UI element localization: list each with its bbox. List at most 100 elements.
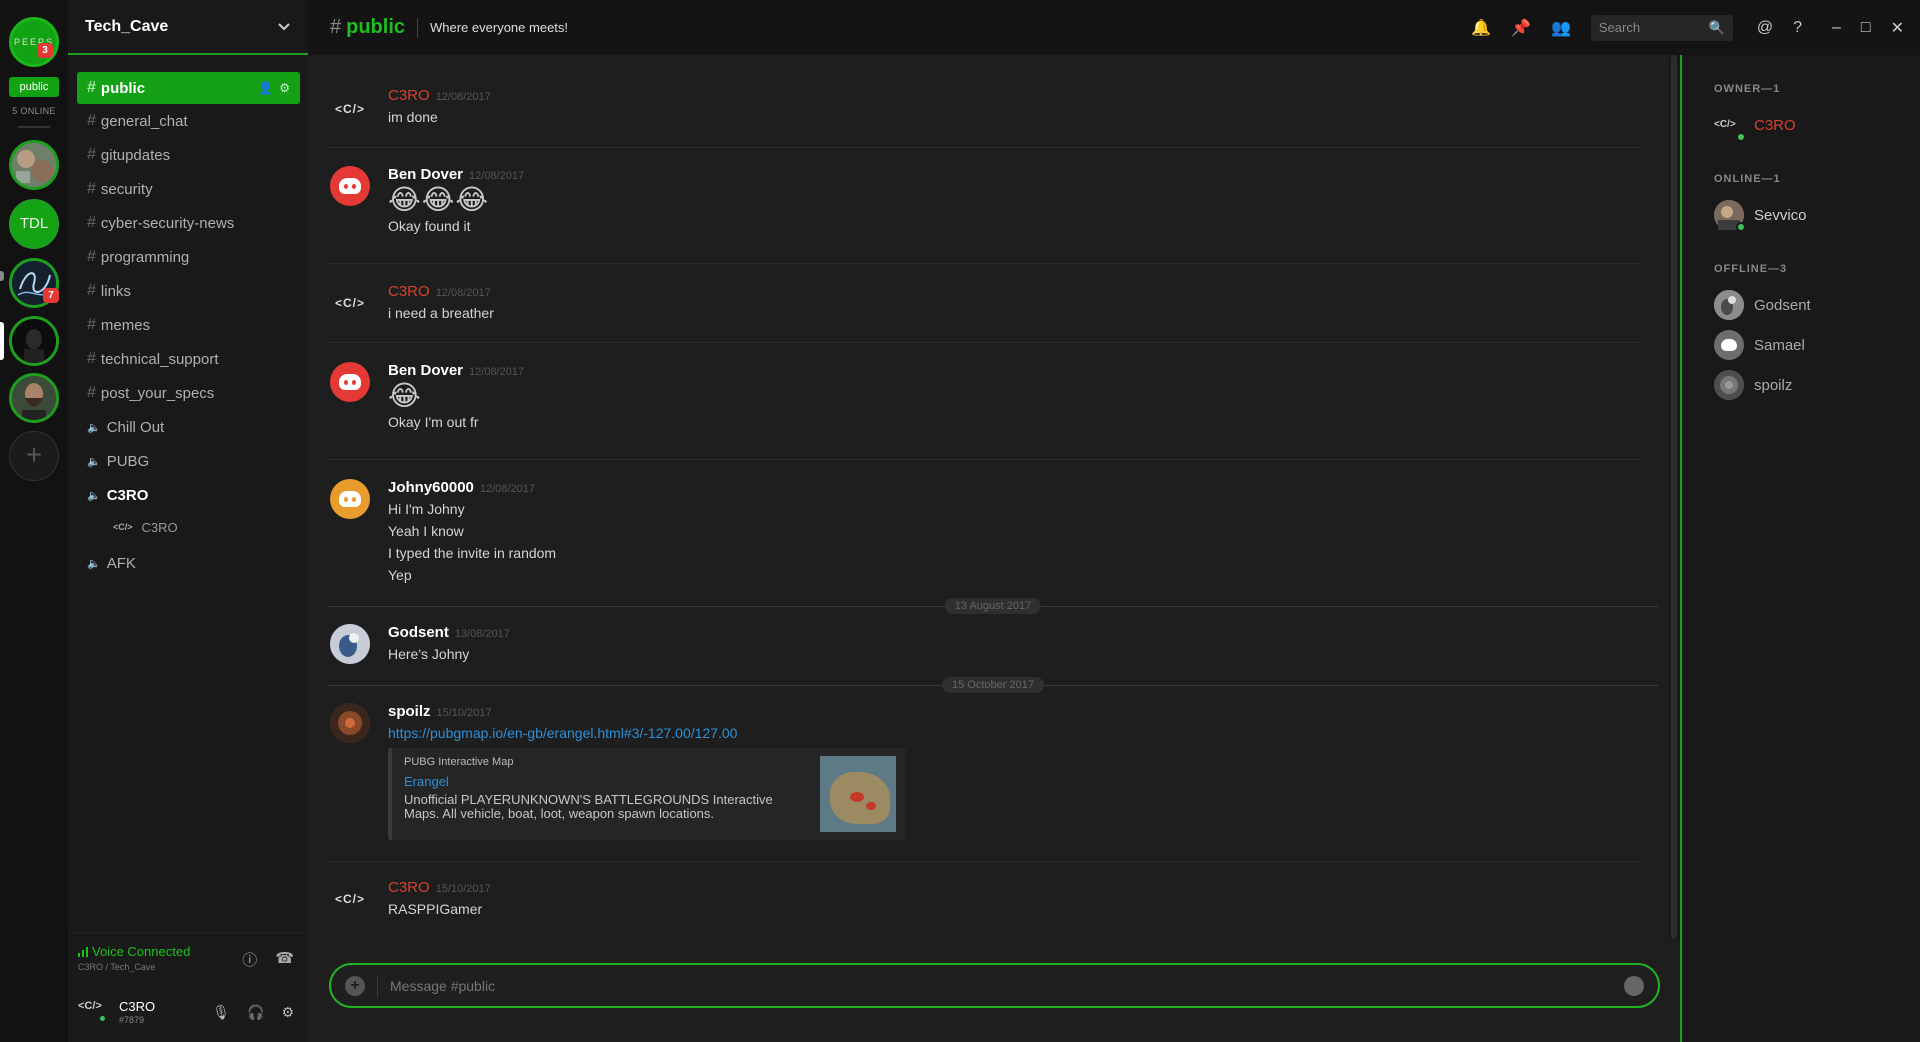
channel-memes[interactable]: # memes [77, 308, 300, 342]
help-icon[interactable]: ? [1793, 19, 1802, 37]
map-marker [850, 792, 864, 802]
close-icon[interactable]: ✕ [1891, 18, 1904, 38]
gear-icon[interactable]: ⚙ [281, 1004, 294, 1021]
member-avatar-code: <C/> [1714, 119, 1736, 130]
mentions-icon[interactable]: @ [1757, 19, 1773, 37]
voice-status-label: Voice Connected [92, 944, 191, 959]
gear-icon[interactable]: ⚙ [279, 81, 290, 95]
message-scrollbar[interactable] [1668, 55, 1680, 939]
message-text: Here's Johny [388, 646, 470, 662]
upload-plus-icon[interactable]: + [345, 975, 365, 996]
channel-gitupdates[interactable]: # gitupdates [77, 138, 300, 172]
voice-channel-c3ro[interactable]: 🔈 C3RO [77, 478, 300, 512]
member-list-icon[interactable]: 👥 [1551, 18, 1571, 38]
channel-label: general_chat [100, 112, 188, 130]
microphone-icon[interactable]: 🎙 [212, 1004, 230, 1021]
notification-badge: 7 [43, 288, 59, 303]
channel-label: public [100, 79, 146, 97]
date-divider: 13 August 2017 [328, 598, 1658, 614]
member-avatar [1714, 330, 1744, 360]
channel-public[interactable]: # public 👤 ⚙ [77, 72, 300, 104]
voice-channel-user[interactable]: <C/> C3RO [77, 512, 300, 542]
message-body: Ben Dover 12/08/2017 😂 Okay I'm out fr [388, 362, 524, 431]
topbar-actions: 🔔 📌 👥 Search 🔍 @ ? – □ ✕ [1471, 0, 1920, 55]
map-marker [866, 802, 876, 810]
author-avatar[interactable]: <C/> [330, 879, 370, 919]
channel-label: gitupdates [100, 146, 171, 164]
invite-icon[interactable]: 👤 [258, 81, 273, 95]
member-offline[interactable]: Samael [1714, 329, 1805, 361]
server-dark-figure[interactable] [9, 316, 59, 366]
channel-label: PUBG [106, 452, 150, 470]
user-panel: <C/> C3RO #7879 🎙 🎧 ⚙ [68, 982, 308, 1042]
timestamp: 13/08/2017 [454, 628, 510, 640]
author-avatar[interactable] [330, 362, 370, 402]
author-name[interactable]: C3RO [388, 87, 430, 104]
embed-map-thumbnail[interactable] [820, 756, 896, 832]
pin-icon[interactable]: 📌 [1511, 18, 1531, 38]
message-text: Yep [388, 567, 412, 583]
headphones-icon[interactable]: 🎧 [247, 1004, 264, 1021]
server-tdl[interactable]: TDL [9, 199, 59, 249]
member-online[interactable]: Sevvico [1714, 199, 1807, 232]
speaker-icon: 🔈 [87, 557, 101, 570]
server-bearded-man[interactable] [9, 373, 59, 423]
author-name[interactable]: C3RO [388, 283, 430, 300]
minimize-icon[interactable]: – [1832, 19, 1841, 37]
emoji-picker-icon[interactable] [1624, 975, 1644, 996]
message-link[interactable]: https://pubgmap.io/en-gb/erangel.html#3/… [388, 724, 906, 742]
member-offline[interactable]: spoilz [1714, 369, 1792, 401]
author-name[interactable]: spoilz [388, 703, 431, 720]
channel-links[interactable]: # links [77, 274, 300, 308]
channel-security[interactable]: # security [77, 172, 300, 206]
author-name[interactable]: Johny60000 [388, 479, 474, 496]
voice-connection-panel: Voice Connected C3RO / Tech_Cave ⓘ ☎ [68, 932, 308, 982]
voice-panel-actions: ⓘ ☎ [242, 949, 294, 970]
member-name: Sevvico [1754, 206, 1807, 224]
author-avatar[interactable] [330, 166, 370, 206]
maximize-icon[interactable]: □ [1861, 19, 1871, 37]
voice-channel-chill-out[interactable]: 🔈 Chill Out [77, 410, 300, 444]
author-avatar[interactable] [330, 624, 370, 664]
info-icon[interactable]: ⓘ [242, 949, 257, 970]
link-embed: PUBG Interactive Map Erangel Unofficial … [388, 748, 906, 840]
timestamp: 12/08/2017 [479, 483, 535, 495]
channel-title-label: public [346, 16, 406, 38]
channel-general-chat[interactable]: # general_chat [77, 104, 300, 138]
author-avatar[interactable]: <C/> [330, 89, 370, 129]
author-avatar[interactable] [330, 479, 370, 519]
server-collage[interactable] [9, 140, 59, 190]
server-collage-icon [12, 143, 56, 187]
message-body: Ben Dover 12/08/2017 😂😂😂 Okay found it [388, 166, 524, 235]
author-name[interactable]: Ben Dover [388, 362, 463, 379]
avatar-image [1714, 370, 1744, 400]
message-composer: + Message #public [329, 963, 1660, 1008]
message-separator [328, 459, 1640, 460]
search-input[interactable]: Search 🔍 [1590, 14, 1733, 41]
member-offline[interactable]: Godsent [1714, 289, 1811, 321]
server-peeps[interactable]: PEEPS [9, 17, 59, 67]
guild-header[interactable]: Tech_Cave [68, 0, 308, 55]
channel-post-your-specs[interactable]: # post_your_specs [77, 376, 300, 410]
rail-divider [18, 126, 50, 128]
chevron-down-icon [278, 22, 290, 30]
author-name[interactable]: Ben Dover [388, 166, 463, 183]
channel-programming[interactable]: # programming [77, 240, 300, 274]
author-avatar[interactable] [330, 703, 370, 743]
server-rail: PEEPS 3 public 5 ONLINE TDL 7 + [0, 0, 68, 1042]
channel-technical-support[interactable]: # technical_support [77, 342, 300, 376]
author-name[interactable]: Godsent [388, 624, 449, 641]
channel-cyber-security-news[interactable]: # cyber-security-news [77, 206, 300, 240]
voice-channel-afk[interactable]: 🔈 AFK [77, 546, 300, 580]
scrollbar-thumb[interactable] [1671, 55, 1677, 939]
member-owner[interactable]: <C/> C3RO [1714, 109, 1796, 142]
author-name[interactable]: C3RO [388, 879, 430, 896]
bell-icon[interactable]: 🔔 [1471, 18, 1491, 38]
disconnect-icon[interactable]: ☎ [275, 949, 294, 970]
voice-channel-pubg[interactable]: 🔈 PUBG [77, 444, 300, 478]
message-input[interactable]: Message #public [390, 978, 1624, 994]
add-server-button[interactable]: + [9, 431, 59, 481]
author-avatar[interactable]: <C/> [330, 283, 370, 323]
avatar-image [1714, 290, 1744, 320]
online-status-dot [98, 1014, 107, 1023]
